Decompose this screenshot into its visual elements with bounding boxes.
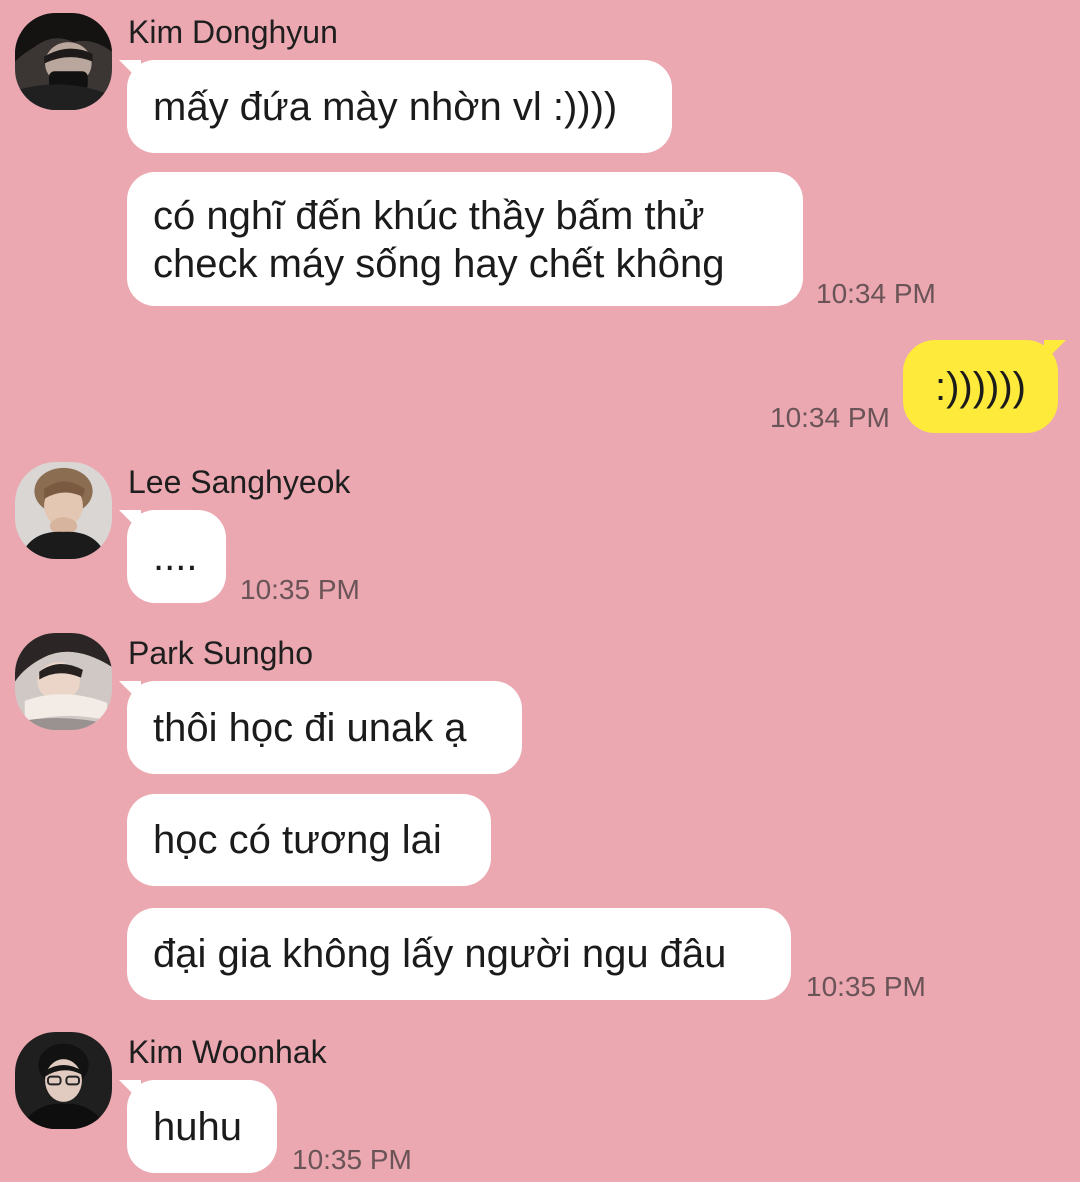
message-text: .... <box>153 534 198 579</box>
message-bubble[interactable]: thôi học đi unak ạ <box>119 681 522 774</box>
message-bubble[interactable]: học có tương lai <box>127 794 491 886</box>
profile-photo-icon <box>15 13 112 110</box>
my-message-bubble[interactable]: :)))))) <box>903 340 1066 433</box>
avatar-park-sungho[interactable] <box>15 633 112 730</box>
sender-name: Park Sungho <box>128 635 314 671</box>
profile-photo-icon <box>15 633 112 730</box>
message-text: mấy đứa mày nhờn vl :)))) <box>153 84 618 129</box>
avatar-kim-woonhak[interactable] <box>15 1032 112 1129</box>
message-bubble[interactable]: đại gia không lấy người ngu đâu <box>127 908 791 1000</box>
message-timestamp: 10:35 PM <box>806 971 926 1002</box>
sender-name: Kim Woonhak <box>128 1034 327 1070</box>
profile-photo-icon <box>15 1032 112 1129</box>
message-text: :)))))) <box>934 364 1027 409</box>
avatar-kim-donghyun[interactable] <box>15 13 112 110</box>
message-timestamp: 10:35 PM <box>292 1144 412 1175</box>
message-bubble[interactable]: mấy đứa mày nhờn vl :)))) <box>119 60 672 153</box>
sender-name: Lee Sanghyeok <box>128 464 351 500</box>
message-text: học có tương lai <box>153 818 442 862</box>
message-bubble[interactable]: có nghĩ đến khúc thầy bấm thử check máy … <box>127 172 803 306</box>
message-bubble[interactable]: .... <box>119 510 226 603</box>
profile-photo-icon <box>15 462 112 559</box>
message-bubble[interactable]: huhu <box>119 1080 277 1173</box>
avatar-lee-sanghyeok[interactable] <box>15 462 112 559</box>
message-text: thôi học đi unak ạ <box>153 705 467 750</box>
message-timestamp: 10:34 PM <box>770 402 890 433</box>
message-timestamp: 10:35 PM <box>240 574 360 605</box>
message-timestamp: 10:34 PM <box>816 278 936 309</box>
message-text: có nghĩ đến khúc thầy bấm thử check máy … <box>153 194 725 286</box>
sender-name: Kim Donghyun <box>128 14 338 50</box>
message-text: huhu <box>153 1104 242 1149</box>
message-text: đại gia không lấy người ngu đâu <box>153 932 727 976</box>
